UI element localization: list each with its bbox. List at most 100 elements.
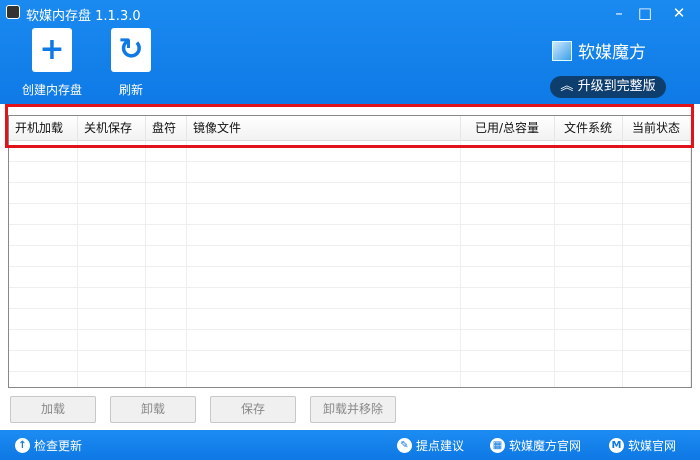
table-cell — [9, 351, 78, 372]
grid-icon: ▦ — [490, 438, 505, 453]
table-cell — [9, 141, 78, 162]
mofang-site-link[interactable]: ▦ 软媒魔方官网 — [490, 437, 581, 454]
table-cell — [146, 288, 187, 309]
table-cell — [78, 372, 146, 387]
col-boot-load[interactable]: 开机加载 — [9, 116, 78, 141]
table-cell — [146, 267, 187, 288]
table-cell — [78, 183, 146, 204]
close-button[interactable]: ✕ — [664, 2, 694, 24]
table-cell — [146, 183, 187, 204]
table-cell — [146, 162, 187, 183]
table-cell — [555, 372, 623, 387]
table-cell — [623, 225, 691, 246]
table-cell — [78, 330, 146, 351]
check-update-link[interactable]: ↑ 检查更新 — [15, 437, 82, 454]
upgrade-label: 升级到完整版 — [577, 79, 656, 94]
brand-name: 软媒魔方 — [578, 43, 646, 63]
table-cell — [555, 183, 623, 204]
table-cell — [187, 183, 461, 204]
table-cell — [623, 267, 691, 288]
table-cell — [461, 372, 555, 387]
table-header: 开机加载 关机保存 盘符 镜像文件 已用/总容量 文件系统 当前状态 — [9, 116, 691, 141]
table-cell — [187, 204, 461, 225]
table-cell — [78, 162, 146, 183]
table-cell — [461, 309, 555, 330]
table-cell — [146, 141, 187, 162]
col-shutdown-save[interactable]: 关机保存 — [78, 116, 146, 141]
table-cell — [187, 351, 461, 372]
table-cell — [461, 204, 555, 225]
table-cell — [623, 330, 691, 351]
table-cell — [187, 288, 461, 309]
table-row — [9, 225, 691, 246]
ruanmei-site-label: 软媒官网 — [628, 439, 677, 453]
table-cell — [9, 246, 78, 267]
table-cell — [187, 162, 461, 183]
table-cell — [9, 162, 78, 183]
table-cell — [9, 225, 78, 246]
ramdisk-table[interactable]: 开机加载 关机保存 盘符 镜像文件 已用/总容量 文件系统 当前状态 — [8, 115, 692, 388]
save-button[interactable]: 保存 — [210, 396, 296, 423]
table-cell — [555, 141, 623, 162]
create-ramdisk-button[interactable]: + 创建内存盘 — [12, 28, 92, 98]
table-cell — [623, 372, 691, 387]
table-cell — [555, 330, 623, 351]
col-drive-letter[interactable]: 盘符 — [146, 116, 187, 141]
feedback-label: 提点建议 — [416, 439, 465, 453]
table-cell — [623, 183, 691, 204]
table-row — [9, 267, 691, 288]
unload-remove-button[interactable]: 卸载并移除 — [310, 396, 396, 423]
table-cell — [461, 225, 555, 246]
feedback-link[interactable]: ✎ 提点建议 — [397, 437, 464, 454]
table-row — [9, 372, 691, 387]
table-cell — [187, 246, 461, 267]
table-cell — [623, 141, 691, 162]
table-cell — [78, 267, 146, 288]
refresh-button[interactable]: ↻ 刷新 — [91, 28, 171, 98]
maximize-button[interactable]: □ — [630, 2, 660, 24]
table-cell — [623, 351, 691, 372]
table-row — [9, 309, 691, 330]
app-icon — [6, 5, 20, 19]
table-row — [9, 246, 691, 267]
double-chevron-up-icon: ︽ — [560, 79, 578, 94]
load-button[interactable]: 加载 — [10, 396, 96, 423]
table-cell — [146, 309, 187, 330]
table-cell — [555, 309, 623, 330]
table-row — [9, 183, 691, 204]
table-cell — [78, 288, 146, 309]
col-filesystem[interactable]: 文件系统 — [555, 116, 623, 141]
ruanmei-site-link[interactable]: M 软媒官网 — [609, 437, 676, 454]
col-status[interactable]: 当前状态 — [623, 116, 691, 141]
table-cell — [78, 204, 146, 225]
table-cell — [78, 246, 146, 267]
table-cell — [555, 204, 623, 225]
table-cell — [78, 309, 146, 330]
table-row — [9, 288, 691, 309]
header: 软媒内存盘 1.1.3.0 – □ ✕ + 创建内存盘 ↻ 刷新 软媒魔方 ︽ … — [0, 0, 700, 104]
table-cell — [9, 309, 78, 330]
table-cell — [9, 372, 78, 387]
upgrade-button[interactable]: ︽ 升级到完整版 — [550, 76, 666, 98]
table-cell — [555, 246, 623, 267]
col-image-file[interactable]: 镜像文件 — [187, 116, 461, 141]
check-update-label: 检查更新 — [34, 439, 83, 453]
footer: ↑ 检查更新 ✎ 提点建议 ▦ 软媒魔方官网 M 软媒官网 — [0, 430, 700, 460]
refresh-icon: ↻ — [111, 28, 151, 72]
table-cell — [623, 246, 691, 267]
table-cell — [461, 183, 555, 204]
pen-icon: ✎ — [397, 438, 412, 453]
window-title: 软媒内存盘 1.1.3.0 — [26, 9, 141, 24]
col-used-total[interactable]: 已用/总容量 — [461, 116, 555, 141]
unload-button[interactable]: 卸载 — [110, 396, 196, 423]
table-cell — [9, 330, 78, 351]
table-row — [9, 330, 691, 351]
table-row — [9, 141, 691, 162]
table-cell — [555, 162, 623, 183]
table-cell — [623, 162, 691, 183]
table-cell — [461, 267, 555, 288]
create-label: 创建内存盘 — [21, 83, 82, 97]
table-cell — [146, 330, 187, 351]
table-cell — [9, 183, 78, 204]
table-cell — [187, 225, 461, 246]
